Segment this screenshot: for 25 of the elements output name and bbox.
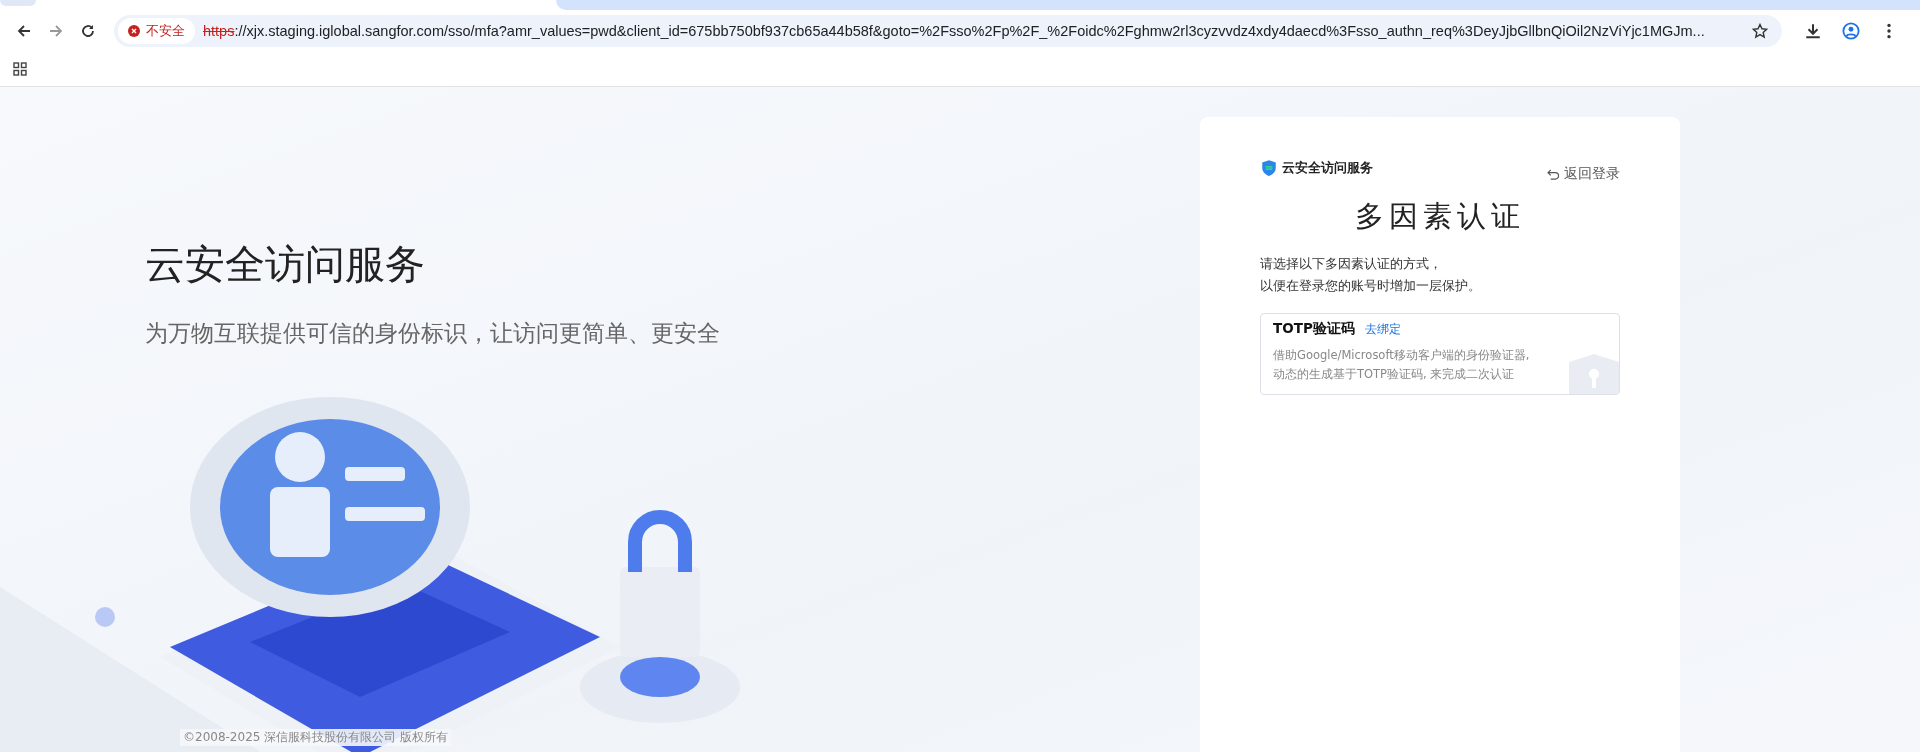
copyright-text: ©2008-2025 深信服科技股份有限公司 版权所有 [180,729,452,746]
profile-icon[interactable] [1842,22,1860,40]
lock-icon [1569,354,1619,394]
method-description: 借助Google/Microsoft移动客户端的身份验证器, 动态的生成基于TOTP验证码, 来完成二次认证 [1273,347,1531,383]
hero-subtitle: 为万物互联提供可信的身份标识，让访问更简单、更安全 [145,319,721,348]
url-text: https://xjx.staging.iglobal.sangfor.com/sso/mfa?amr_values=pwd&client_id=675bb750bf937cb65a44b58f&goto=%2Fsso%2Fp%2F_%2Foidc%2Fghmw2rl3cyzvvdz4xdy4daecd%3Fsso_authn_req%3DeyJjbGllbnQiOil2NzViYjc1MGJm... [203,23,1706,39]
security-chip[interactable]: 不安全 [118,18,195,44]
instructions-text: 请选择以下多因素认证的方式， 以便在登录您的账号时增加一层保护。 [1260,255,1482,295]
forward-icon[interactable] [48,23,64,39]
apps-icon[interactable] [13,62,27,76]
auth-method-card[interactable]: TOTP验证码 去绑定 借助Google/Microsoft移动客户端的身份验证器, 动态的生成基于TOTP验证码, 来完成二次认证 [1260,313,1620,395]
back-to-login-link[interactable]: 返回登录 [1547,165,1620,183]
return-arrow-icon [1547,168,1560,180]
download-icon[interactable] [1804,22,1822,40]
error-icon [128,25,140,37]
security-label: 不安全 [146,22,185,40]
card-title: 多因素认证 [1354,198,1526,235]
bind-link[interactable]: 去绑定 [1364,321,1401,338]
brand-name: 云安全访问服务 [1282,159,1373,177]
hero-title: 云安全访问服务 [145,240,426,289]
shield-logo-icon [1260,159,1278,177]
back-icon[interactable] [16,23,32,39]
reload-icon[interactable] [80,23,96,39]
star-icon[interactable] [1752,23,1768,39]
method-name: TOTP验证码 [1273,320,1355,338]
